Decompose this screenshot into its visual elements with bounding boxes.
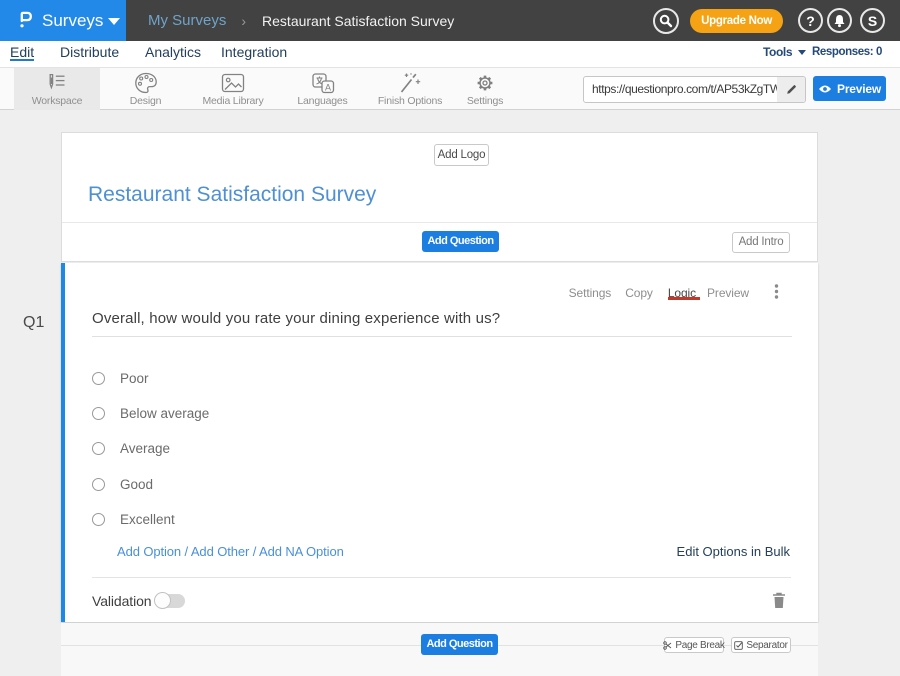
svg-text:A: A: [325, 82, 331, 92]
